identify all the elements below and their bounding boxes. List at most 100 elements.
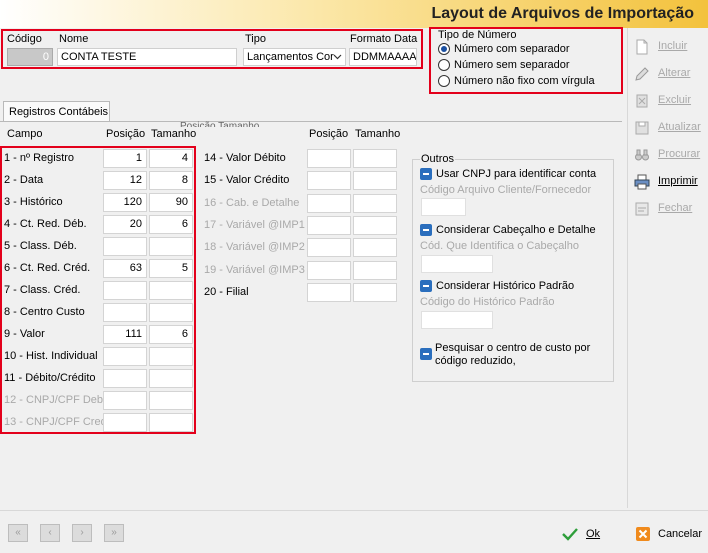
codigo-historico-field[interactable] [421,311,493,329]
radio-off-icon [438,59,450,71]
considerar-historico-checkbox[interactable]: Considerar Histórico Padrão [420,279,610,293]
posicao-field[interactable] [307,283,351,302]
tamanho-field[interactable] [353,216,397,235]
tamanho-field[interactable] [149,303,193,322]
previous-record-button[interactable]: ‹ [40,524,60,542]
tipo-select[interactable]: Lançamentos Cor [243,48,346,66]
radio-numero-sem-separador[interactable]: Número sem separador [438,58,618,73]
pesquisar-centro-custo-checkbox[interactable]: Pesquisar o centro de custo por código r… [420,342,610,370]
imprimir-button[interactable]: Imprimir [632,171,708,193]
cancel-label: Cancelar [658,528,703,540]
tab-label: Registros Contábeis [9,106,109,118]
tamanho-field[interactable] [149,281,193,300]
save-icon [635,121,649,135]
posicao-field[interactable] [307,216,351,235]
checkbox-label: Considerar Cabeçalho e Detalhe [436,224,596,236]
field-label: 7 - Class. Créd. [4,284,81,296]
codigo-arquivo-field[interactable] [421,198,466,216]
nome-label: Nome [59,33,89,45]
cancel-x-icon [636,527,650,541]
excluir-button[interactable]: Excluir [632,90,708,112]
tab-registros-contabeis[interactable]: Registros Contábeis [3,101,110,122]
radio-label: Número não fixo com vírgula [454,75,595,87]
checkbox-label: Usar CNPJ para identificar conta [436,168,597,180]
procurar-button[interactable]: Procurar [632,144,708,166]
first-record-button[interactable]: « [8,524,28,542]
atualizar-button[interactable]: Atualizar [632,117,708,139]
tamanho-field[interactable] [149,237,193,256]
tamanho-field[interactable] [353,194,397,213]
tamanho-field[interactable] [149,391,193,410]
considerar-cabecalho-checkbox[interactable]: Considerar Cabeçalho e Detalhe [420,223,610,237]
posicao-field[interactable] [103,281,147,300]
col-tamanho-header-2: Tamanho [355,128,401,140]
title-bar: Layout de Arquivos de Importação [0,0,708,28]
codigo-cabecalho-field[interactable] [421,255,493,273]
tamanho-field[interactable]: 6 [149,215,193,234]
tamanho-field[interactable]: 4 [149,149,193,168]
usar-cnpj-checkbox[interactable]: Usar CNPJ para identificar conta [420,167,610,181]
field-label: 1 - nº Registro [4,152,75,164]
tamanho-field[interactable]: 6 [149,325,193,344]
posicao-field[interactable]: 111 [103,325,147,344]
button-label: Procurar [658,148,701,160]
posicao-field[interactable]: 1 [103,149,147,168]
next-record-button[interactable]: › [72,524,92,542]
checkbox-checked-icon [420,168,432,180]
pencil-icon [635,67,649,81]
radio-numero-com-separador[interactable]: Número com separador [438,42,618,57]
ok-button[interactable]: Ok [562,525,608,543]
footer-divider [0,510,708,511]
tamanho-field[interactable] [149,413,193,432]
checkmark-icon [562,528,578,541]
tamanho-field[interactable] [353,171,397,190]
posicao-field[interactable]: 20 [103,215,147,234]
last-record-button[interactable]: » [104,524,124,542]
posicao-field[interactable] [307,194,351,213]
field-label: 5 - Class. Déb. [4,240,77,252]
incluir-button[interactable]: Incluir [632,36,708,58]
posicao-field[interactable] [103,369,147,388]
close-document-icon [635,202,649,216]
nome-field[interactable]: CONTA TESTE [57,48,237,66]
posicao-field[interactable] [307,171,351,190]
posicao-field[interactable] [307,238,351,257]
posicao-field[interactable] [307,261,351,280]
cancel-button[interactable]: Cancelar [636,525,706,543]
button-label: Atualizar [658,121,701,133]
field-label: 6 - Ct. Red. Créd. [4,262,91,274]
formato-data-label: Formato Data [350,33,418,45]
posicao-field[interactable] [307,149,351,168]
tamanho-field[interactable] [353,238,397,257]
radio-label: Número sem separador [454,59,570,71]
radio-numero-nao-fixo[interactable]: Número não fixo com vírgula [438,74,618,89]
fechar-button[interactable]: Fechar [632,198,708,220]
posicao-field[interactable] [103,237,147,256]
posicao-field[interactable] [103,303,147,322]
side-toolbar-divider [627,28,628,508]
radio-label: Número com separador [454,43,570,55]
posicao-field[interactable] [103,347,147,366]
posicao-field[interactable]: 63 [103,259,147,278]
alterar-button[interactable]: Alterar [632,63,708,85]
tamanho-field[interactable] [353,261,397,280]
tamanho-field[interactable]: 90 [149,193,193,212]
tamanho-field[interactable]: 8 [149,171,193,190]
field-label: 3 - Histórico [4,196,63,208]
tamanho-field[interactable]: 5 [149,259,193,278]
tamanho-field[interactable] [149,369,193,388]
col-campo-header: Campo [7,128,43,140]
tamanho-field[interactable] [149,347,193,366]
posicao-field[interactable] [103,391,147,410]
posicao-field[interactable]: 120 [103,193,147,212]
field-label: 8 - Centro Custo [4,306,85,318]
tamanho-field[interactable] [353,149,397,168]
tamanho-field[interactable] [353,283,397,302]
formato-data-field[interactable]: DDMMAAAA [349,48,417,66]
checkbox-label-line1: Pesquisar o centro de custo por [435,342,591,354]
codigo-field[interactable]: 0 [7,48,53,66]
posicao-field[interactable]: 12 [103,171,147,190]
posicao-field[interactable] [103,413,147,432]
radio-off-icon [438,75,450,87]
checkbox-checked-icon [420,280,432,292]
